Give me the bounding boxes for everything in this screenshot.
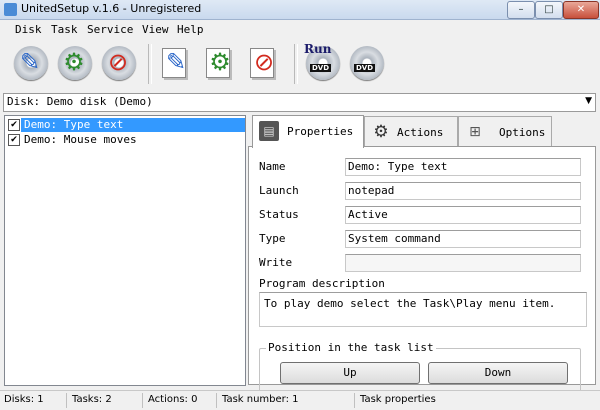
chevron-down-icon[interactable]: ▼ [585,96,592,106]
description-label: Program description [259,277,385,290]
maximize-button[interactable]: □ [535,1,563,19]
new-task-icon: ✎ [165,48,187,76]
status-divider [216,393,217,408]
dvd-badge: DVD [310,64,332,72]
toolbar-separator [294,44,298,84]
status-label: Status [259,208,299,221]
tab-options[interactable]: ⊞ Options [458,116,552,147]
status-field[interactable]: Active [345,206,581,224]
disk-selector-value: Disk: Demo disk (Demo) [7,95,153,108]
launch-label: Launch [259,184,299,197]
delete-task-button[interactable]: ⊘ [244,42,284,86]
status-disks: Disks: 1 [4,394,44,405]
task-settings-icon: ⚙ [209,48,231,76]
menu-service[interactable]: Service [87,23,133,36]
disk-settings-button[interactable]: ⚙ [54,42,94,86]
properties-icon: ▤ [259,121,279,141]
write-label: Write [259,256,293,269]
launch-field[interactable]: notepad [345,182,581,200]
delete-task-icon: ⊘ [253,48,275,76]
task-properties-panel: ▤ Properties ⚙ Actions ⊞ Options Name De… [248,115,596,394]
description-field[interactable]: To play demo select the Task\Play menu i… [259,292,587,327]
toolbar-separator [148,44,152,84]
tab-actions[interactable]: ⚙ Actions [364,116,458,147]
status-panel: Task properties [360,394,436,405]
task-checkbox[interactable]: ✔ [8,119,20,131]
status-actions: Actions: 0 [148,394,198,405]
tab-label: Properties [287,125,354,138]
burn-dvd-icon [350,46,384,80]
menu-view[interactable]: View [142,23,169,36]
status-divider [142,393,143,408]
properties-tab-body: Name Demo: Type text Launch notepad Stat… [248,146,596,394]
disk-selector[interactable]: Disk: Demo disk (Demo) ▼ [3,93,596,112]
delete-disk-button[interactable]: ⊘ [98,42,138,86]
actions-gear-icon: ⚙ [373,122,389,142]
status-tasks: Tasks: 2 [72,394,112,405]
options-icon: ⊞ [469,124,481,140]
menu-help[interactable]: Help [177,23,204,36]
new-task-button[interactable]: ✎ [156,42,196,86]
window-title: UnitedSetup v.1.6 - Unregistered [21,2,202,15]
position-group: Position in the task list Up Down [259,341,581,394]
move-up-button[interactable]: Up [280,362,420,384]
minimize-button[interactable]: – [507,1,535,19]
task-item-label: Demo: Mouse moves [24,133,137,146]
type-label: Type [259,232,286,245]
task-item[interactable]: ✔ Demo: Mouse moves [7,133,243,147]
new-disk-icon: ✎ [19,48,41,76]
task-settings-button[interactable]: ⚙ [200,42,240,86]
status-task-number: Task number: 1 [222,394,299,405]
task-item[interactable]: ✔ Demo: Type text [7,118,245,132]
app-icon [4,3,17,16]
task-checkbox[interactable]: ✔ [8,134,20,146]
name-field[interactable]: Demo: Type text [345,158,581,176]
menu-disk[interactable]: Disk [15,23,42,36]
toolbar: ✎ ⚙ ⊘ ✎ ⚙ ⊘ Run DVD DVD [4,40,596,90]
disk-settings-icon: ⚙ [63,48,85,76]
menu-task[interactable]: Task [51,23,78,36]
tab-label: Options [499,126,546,139]
run-label: Run [304,42,332,56]
title-bar[interactable]: UnitedSetup v.1.6 - Unregistered – □ ✕ [0,0,600,20]
position-group-legend: Position in the task list [266,341,436,354]
tab-label: Actions [397,126,444,139]
status-divider [66,393,67,408]
tab-properties[interactable]: ▤ Properties [252,115,364,148]
run-dvd-button[interactable]: Run DVD [302,42,342,86]
dvd-badge: DVD [354,64,376,72]
type-field[interactable]: System command [345,230,581,248]
burn-dvd-button[interactable]: DVD [346,42,386,86]
status-bar: Disks: 1 Tasks: 2 Actions: 0 Task number… [0,390,600,410]
new-disk-button[interactable]: ✎ [10,42,50,86]
move-down-button[interactable]: Down [428,362,568,384]
name-label: Name [259,160,286,173]
delete-disk-icon: ⊘ [107,48,129,76]
close-button[interactable]: ✕ [563,1,599,19]
task-item-label: Demo: Type text [21,118,245,132]
status-divider [354,393,355,408]
write-field[interactable] [345,254,581,272]
task-list[interactable]: ✔ Demo: Type text ✔ Demo: Mouse moves [4,115,246,386]
description-text: To play demo select the Task\Play menu i… [264,297,556,310]
menu-bar: Disk Task Service View Help [0,20,600,39]
